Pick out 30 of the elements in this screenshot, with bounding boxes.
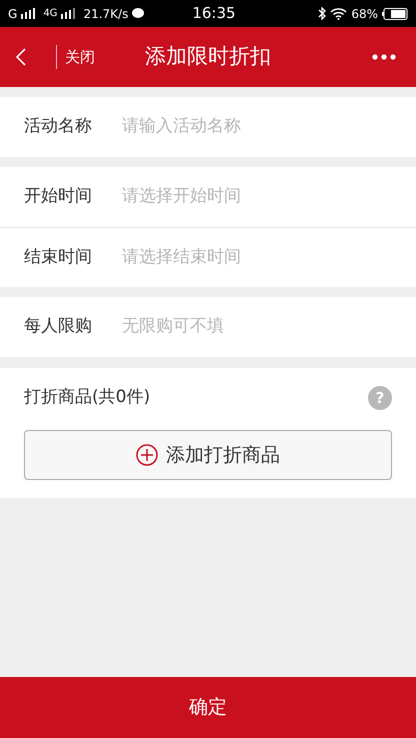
plus-circle-icon: [136, 444, 158, 466]
form-row[interactable]: 开始时间 请选择开始时间: [0, 167, 416, 227]
battery-icon: [382, 8, 408, 20]
signal-icon: [61, 8, 76, 19]
section-title: 打折商品(共0件): [24, 386, 150, 410]
speed-label: 21.7K/s: [83, 6, 128, 22]
field-label: 活动名称: [24, 115, 93, 138]
clock: 16:35: [192, 3, 236, 24]
input-field[interactable]: 请选择结束时间: [122, 244, 416, 270]
input-field[interactable]: 请输入活动名称: [122, 114, 416, 140]
more-icon: [372, 54, 396, 60]
wifi-icon: [330, 8, 348, 20]
field-label: 开始时间: [24, 185, 93, 208]
bluetooth-icon: [318, 7, 326, 20]
field-label: 结束时间: [24, 246, 93, 269]
chat-bubble-icon: [132, 8, 144, 19]
input-field[interactable]: 无限购可不填: [122, 314, 416, 340]
form-row[interactable]: 活动名称 请输入活动名称: [0, 97, 416, 157]
battery-percent: 68%: [351, 6, 378, 22]
input-field[interactable]: 请选择开始时间: [122, 184, 416, 210]
carrier-label: G: [8, 6, 18, 22]
page-title: 添加限时折扣: [145, 43, 271, 70]
form-row[interactable]: 每人限购 无限购可不填: [0, 297, 416, 357]
network-label: 4G: [43, 7, 58, 21]
signal-icon: [21, 8, 36, 19]
field-label: 每人限购: [24, 315, 93, 338]
add-product-button[interactable]: 添加打折商品: [24, 430, 392, 480]
confirm-button[interactable]: 确定: [0, 677, 416, 738]
back-icon: [16, 48, 26, 66]
close-button[interactable]: 关闭: [65, 46, 95, 68]
